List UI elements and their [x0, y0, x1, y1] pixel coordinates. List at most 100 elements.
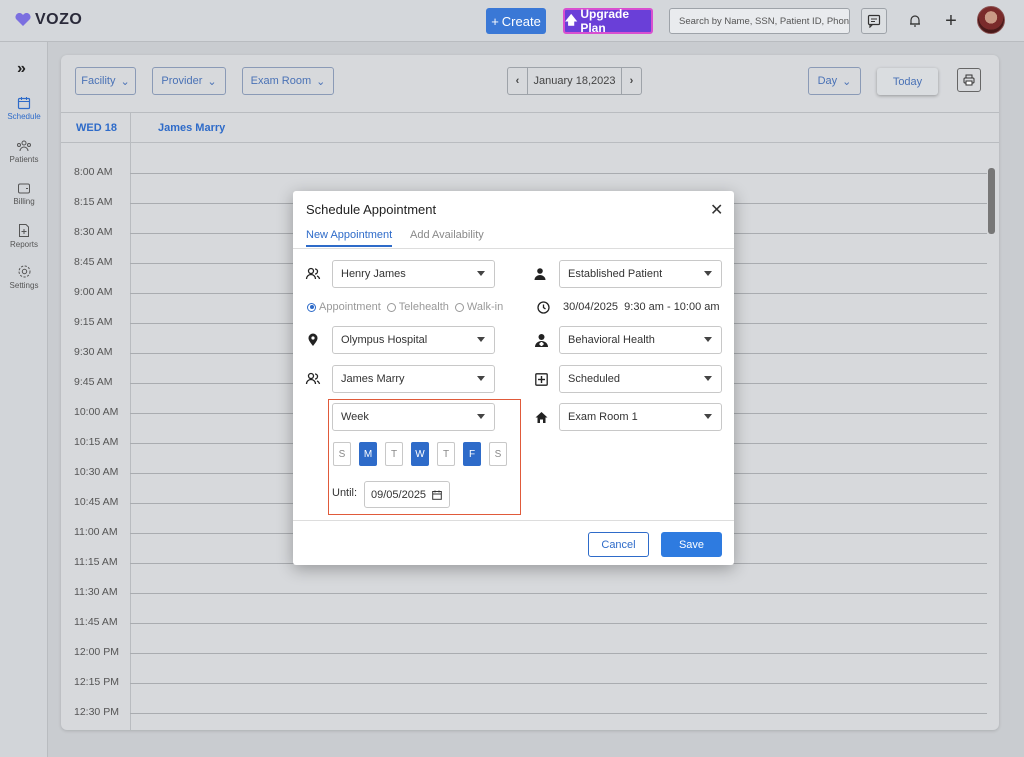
sidebar-item-reports[interactable]: Reports — [0, 223, 48, 249]
home-icon — [533, 409, 549, 425]
time-slot-row[interactable] — [130, 593, 987, 594]
radio-label: Walk-in — [466, 301, 504, 313]
bell-icon — [910, 15, 920, 27]
divider — [293, 248, 734, 249]
chevron-down-icon: ⌄ — [842, 75, 852, 88]
time-slot-label: 9:45 AM — [74, 376, 113, 388]
view-select[interactable]: Day ⌄ — [808, 67, 861, 95]
provider-select[interactable]: James Marry — [332, 365, 495, 393]
time-slot-label: 9:30 AM — [74, 346, 113, 358]
doctor-icon — [533, 332, 549, 348]
exam-room-filter[interactable]: Exam Room ⌄ — [242, 67, 334, 95]
time-slot-label: 10:00 AM — [74, 406, 119, 418]
caret-down-icon — [477, 376, 485, 381]
patient-select[interactable]: Henry James — [332, 260, 495, 288]
view-label: Day — [817, 75, 838, 87]
day-header: WED 18 — [76, 122, 117, 134]
weekday-toggle[interactable]: W — [411, 442, 429, 466]
wallet-icon — [18, 183, 30, 194]
logo[interactable]: VOZO — [14, 11, 82, 29]
weekday-toggle[interactable]: F — [463, 442, 481, 466]
sidebar-item-label: Settings — [9, 281, 39, 290]
cancel-button[interactable]: Cancel — [588, 532, 649, 557]
appointment-datetime[interactable]: 30/04/2025 9:30 am - 10:00 am — [563, 301, 720, 313]
expand-sidebar-icon[interactable]: » — [17, 60, 26, 78]
tab-new-appointment[interactable]: New Appointment — [306, 229, 393, 247]
weekday-toggle[interactable]: T — [385, 442, 403, 466]
location-pin-icon — [305, 332, 321, 348]
create-button[interactable]: + Create — [486, 8, 546, 34]
prev-date-button[interactable]: ‹ — [508, 68, 528, 94]
time-slot-label: 8:15 AM — [74, 196, 113, 208]
avatar[interactable] — [977, 6, 1005, 34]
radio-telehealth[interactable]: Telehealth — [386, 301, 449, 313]
time-slot-label: 10:45 AM — [74, 496, 119, 508]
schedule-appointment-dialog: Schedule Appointment ✕ New Appointment A… — [293, 191, 734, 565]
sidebar-item-label: Patients — [9, 155, 39, 164]
radio-walk-in[interactable]: Walk-in — [454, 301, 504, 313]
specialty-value: Behavioral Health — [568, 334, 655, 346]
time-slot-label: 11:45 AM — [74, 616, 118, 628]
weekday-toggle[interactable]: T — [437, 442, 455, 466]
sidebar-item-label: Schedule — [7, 112, 41, 121]
until-date-input[interactable]: 09/05/2025 — [364, 481, 450, 508]
gear-icon — [18, 265, 30, 278]
status-value: Scheduled — [568, 373, 620, 385]
sidebar-item-label: Reports — [9, 240, 38, 249]
messages-button[interactable] — [861, 8, 887, 34]
provider-label: Provider — [161, 75, 203, 87]
sidebar-item-schedule[interactable]: Schedule — [0, 96, 48, 121]
users-icon — [305, 371, 321, 387]
time-slot-label: 11:15 AM — [74, 556, 118, 568]
notifications-button[interactable] — [902, 8, 928, 34]
calendar-divider — [130, 112, 131, 730]
time-slot-row[interactable] — [130, 173, 987, 174]
radio-appointment[interactable]: Appointment — [307, 301, 381, 313]
close-button[interactable]: ✕ — [710, 200, 723, 220]
person-icon — [532, 266, 548, 282]
sidebar-item-billing[interactable]: Billing — [0, 181, 48, 206]
search-input[interactable]: Search by Name, SSN, Patient ID, Phon — [669, 8, 850, 34]
tab-add-availability[interactable]: Add Availability — [410, 229, 484, 241]
today-button[interactable]: Today — [877, 68, 938, 95]
patient-type-select[interactable]: Established Patient — [559, 260, 722, 288]
time-slot-row[interactable] — [130, 623, 987, 624]
exam-room-select[interactable]: Exam Room 1 — [559, 403, 722, 431]
time-slot-row[interactable] — [130, 653, 987, 654]
weekday-toggle[interactable]: S — [333, 442, 351, 466]
top-bar: VOZO + Create 🡅 Upgrade Plan Search by N… — [0, 0, 1024, 42]
provider-column-header: James Marry — [158, 122, 226, 134]
caret-down-icon — [477, 337, 485, 342]
time-slot-row[interactable] — [130, 713, 987, 714]
sidebar-item-label: Billing — [13, 197, 35, 206]
plus-icon: + — [491, 13, 499, 29]
status-plus-box-icon — [533, 371, 549, 387]
save-button[interactable]: Save — [661, 532, 722, 557]
heart-logo-icon — [15, 13, 31, 26]
status-select[interactable]: Scheduled — [559, 365, 722, 393]
scrollbar-thumb[interactable] — [988, 168, 995, 234]
upgrade-plan-button[interactable]: 🡅 Upgrade Plan — [563, 7, 653, 35]
radio-label: Telehealth — [398, 301, 449, 313]
caret-down-icon — [704, 337, 712, 342]
users-icon — [17, 140, 31, 152]
arrow-up-icon: 🡅 — [565, 12, 578, 27]
add-button[interactable]: + — [938, 8, 964, 34]
weekday-toggle[interactable]: S — [489, 442, 507, 466]
sidebar-item-settings[interactable]: Settings — [0, 264, 48, 290]
chevron-right-icon: › — [629, 75, 634, 87]
search-placeholder: Search by Name, SSN, Patient ID, Phon — [679, 15, 850, 27]
repeat-frequency-select[interactable]: Week — [332, 403, 495, 431]
next-date-button[interactable]: › — [621, 68, 641, 94]
provider-filter[interactable]: Provider ⌄ — [152, 67, 226, 95]
specialty-select[interactable]: Behavioral Health — [559, 326, 722, 354]
sidebar-item-patients[interactable]: Patients — [0, 139, 48, 164]
clock-icon — [535, 299, 551, 315]
time-slot-label: 8:45 AM — [74, 256, 113, 268]
weekday-toggle[interactable]: M — [359, 442, 377, 466]
print-button[interactable] — [957, 68, 981, 92]
location-select[interactable]: Olympus Hospital — [332, 326, 495, 354]
chevron-left-icon: ‹ — [515, 75, 520, 87]
time-slot-row[interactable] — [130, 683, 987, 684]
facility-filter[interactable]: Facility ⌄ — [75, 67, 136, 95]
